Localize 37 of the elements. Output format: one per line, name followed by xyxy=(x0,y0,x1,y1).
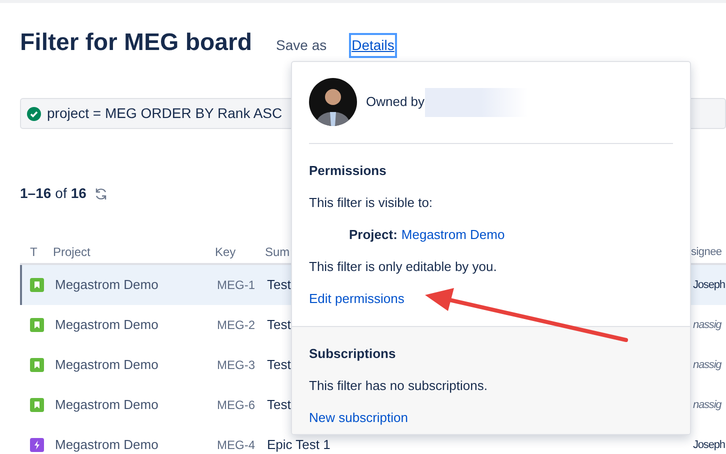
result-range: 1–16 xyxy=(20,184,52,203)
result-total: 16 xyxy=(70,184,86,203)
table-cell: Megastrom Demo xyxy=(55,397,158,413)
table-cell-text: nassig xyxy=(693,318,722,333)
page-title: Filter for MEG board xyxy=(20,28,252,58)
table-cell: MEG-6 xyxy=(217,397,256,413)
table-cell: Megastrom Demo xyxy=(55,317,158,333)
table-cell: MEG-3 xyxy=(217,357,256,373)
query-text: project = MEG ORDER BY Rank ASC xyxy=(47,104,282,123)
subscriptions-status: This filter has no subscriptions. xyxy=(309,377,488,395)
table-cell-text: Joseph xyxy=(693,438,725,453)
table-cell: Test xyxy=(267,277,291,293)
column-header: Key xyxy=(215,244,236,261)
visibility-text: This filter is visible to: xyxy=(309,194,434,212)
table-cell: MEG-2 xyxy=(217,317,256,333)
table-cell: Test xyxy=(267,397,291,413)
table-cell: Test xyxy=(267,317,291,333)
column-header: Sum xyxy=(265,244,290,261)
column-header: signee xyxy=(691,244,722,260)
table-cell-text: nassig xyxy=(693,358,722,373)
column-header: T xyxy=(30,244,38,261)
editable-text: This filter is only editable by you. xyxy=(309,258,498,276)
table-cell: MEG-4 xyxy=(217,437,256,453)
table-cell-text: Joseph xyxy=(693,278,725,293)
table-cell-text: nassig xyxy=(693,398,722,413)
permissions-heading: Permissions xyxy=(309,162,388,180)
table-cell: MEG-1 xyxy=(217,277,256,293)
result-of: of xyxy=(55,184,67,203)
table-cell: Megastrom Demo xyxy=(55,437,158,453)
table-cell: Megastrom Demo xyxy=(55,277,158,293)
owner-label: Owned by xyxy=(366,93,425,112)
table-cell: Megastrom Demo xyxy=(55,357,158,373)
table-cell: Epic Test 1 xyxy=(267,437,330,453)
table-cell: Test xyxy=(267,357,291,373)
column-header: Project xyxy=(53,244,90,261)
share-label: Project: xyxy=(349,226,398,244)
subscriptions-heading: Subscriptions xyxy=(309,345,397,363)
